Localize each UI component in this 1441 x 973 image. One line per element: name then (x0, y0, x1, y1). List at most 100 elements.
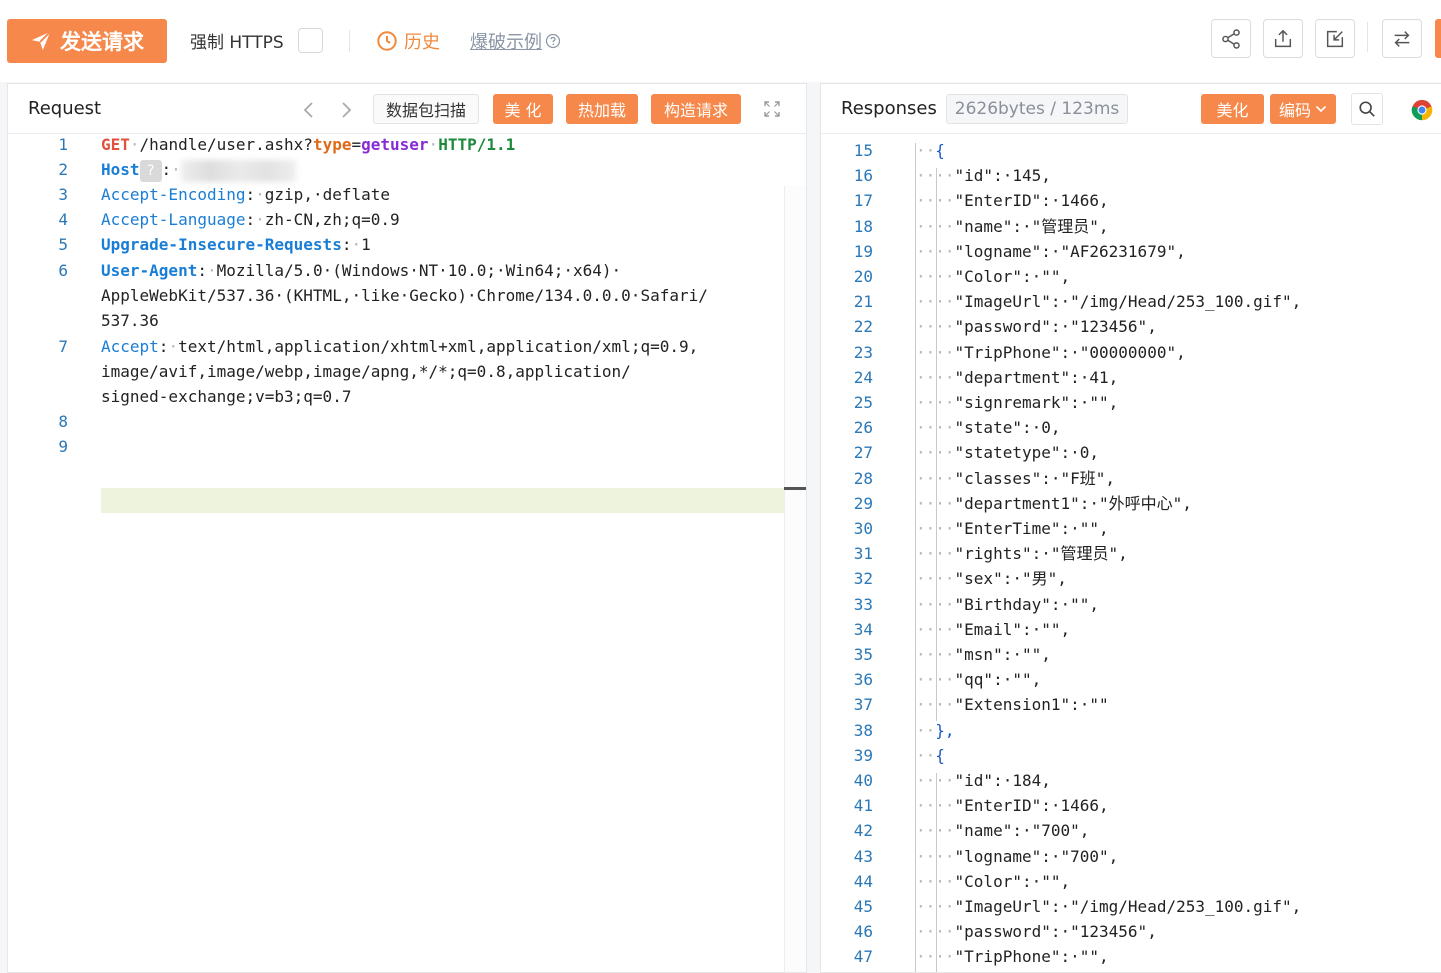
json-text: "classes":·"F班", (954, 468, 1116, 488)
json-line: ··{ (916, 138, 945, 163)
chevron-down-icon (1315, 105, 1327, 113)
line-number: 5 (58, 235, 68, 254)
beautify-response-button[interactable]: 美化 (1201, 94, 1264, 124)
json-line: ····"TripPhone":·"00000000", (916, 340, 1186, 365)
request-editor[interactable]: 1 2 3 4 5 6 7 8 9 GET·/handle/user.ashx?… (8, 135, 806, 972)
json-line: ····"logname":·"700", (916, 844, 1118, 869)
line-number: 34 (853, 619, 873, 639)
chevron-left-icon[interactable] (301, 100, 317, 120)
json-text: "id":·184, (954, 771, 1051, 790)
json-text: "statetype":·0, (954, 443, 1100, 463)
indent-dots: ···· (916, 493, 955, 513)
share-button[interactable] (1211, 19, 1251, 58)
header-value: zh-CN,zh;q=0.9 (264, 210, 400, 229)
indent-dots: ···· (916, 821, 955, 841)
encode-dropdown[interactable]: 编码 (1270, 94, 1336, 124)
json-text: "department":·41, (954, 367, 1119, 387)
search-button[interactable] (1351, 93, 1383, 125)
request-line: GET·/handle/user.ashx?type=getuser·HTTP/… (101, 135, 516, 154)
header-key: Accept (101, 337, 159, 356)
json-text: }, (935, 720, 955, 740)
line-number: 37 (853, 695, 873, 715)
indent-dots: ·· (916, 720, 936, 740)
line-number: 43 (853, 846, 873, 866)
import-button[interactable] (1315, 19, 1355, 58)
json-line: ····"sex":·"男", (916, 566, 1067, 591)
response-editor[interactable]: 15 ··{16 ····"id":·145, 17 ····"EnterID":·14… (821, 138, 1441, 972)
help-badge-icon[interactable]: ? (139, 159, 162, 182)
query-key: type (312, 135, 352, 154)
json-text: "signremark":·"", (954, 393, 1119, 412)
json-text: "ImageUrl":·"/img/Head/253_100.gif", (954, 897, 1302, 916)
header-key: Host (101, 160, 140, 179)
json-text: "logname":·"700", (954, 846, 1119, 866)
swap-button[interactable] (1382, 19, 1422, 58)
beautify-request-button[interactable]: 美 化 (493, 94, 553, 124)
line-number: 15 (853, 141, 873, 160)
json-text: "EnterTime":·"", (954, 519, 1109, 538)
chrome-icon[interactable] (1411, 99, 1433, 121)
expand-icon[interactable] (763, 100, 781, 118)
indent-dots: ···· (916, 695, 955, 715)
json-text: "qq":·"", (954, 670, 1042, 690)
header-key: User-Agent (101, 261, 198, 280)
indent-dots: ···· (916, 191, 955, 211)
indent-dots: ···· (916, 468, 955, 488)
history-button[interactable]: 历史 (376, 28, 440, 54)
search-icon (1359, 101, 1375, 117)
indent-dots: ···· (916, 670, 955, 690)
packet-scan-button[interactable]: 数据包扫描 (373, 94, 479, 124)
header-value-continuation: signed-exchange;v=b3;q=0.7 (101, 387, 352, 406)
line-number: 42 (853, 821, 873, 841)
construct-request-button[interactable]: 构造请求 (651, 94, 741, 124)
request-path: /handle/user.ashx? (139, 135, 313, 154)
indent-dots: ···· (916, 443, 955, 463)
response-panel: Responses 2626bytes / 123ms 美化 编码 15 ··{1… (820, 83, 1441, 973)
send-request-button[interactable]: 发送请求 (7, 19, 167, 63)
indent-dots: ···· (916, 342, 955, 362)
json-line: ····"EnterTime":·"", (916, 516, 1109, 541)
line-number: 2 (58, 160, 68, 179)
line-number: 39 (853, 745, 873, 765)
request-panel: Request 数据包扫描 美 化 热加载 构造请求 1 2 3 4 5 6 7… (7, 83, 807, 973)
query-value: getuser (361, 135, 429, 154)
collapsed-action-button[interactable] (1435, 19, 1441, 58)
json-text: "Extension1":·"" (954, 695, 1109, 715)
line-number: 19 (853, 241, 873, 261)
header-value: 1 (361, 235, 371, 254)
indent-dots: ···· (916, 367, 955, 387)
json-text: "password":·"123456", (954, 922, 1157, 942)
json-line: ····"name":·"管理员", (916, 214, 1109, 239)
line-number: 20 (853, 267, 873, 286)
force-https-checkbox[interactable] (298, 28, 323, 53)
upload-icon (1274, 29, 1292, 47)
header-value-continuation: AppleWebKit/537.36·(KHTML,·like·Gecko)·C… (101, 286, 708, 305)
indent-dots: ···· (916, 166, 955, 186)
line-number: 24 (853, 367, 873, 387)
header-value: text/html,application/xhtml+xml,applicat… (178, 337, 699, 356)
indent-dots: ···· (916, 645, 955, 664)
help-circle-icon (545, 33, 561, 49)
chevron-right-icon[interactable] (338, 100, 354, 120)
line-number: 18 (853, 216, 873, 236)
header-accept: Accept:·text/html,application/xhtml+xml,… (101, 337, 699, 356)
top-toolbar: 发送请求 强制 HTTPS 历史 爆破示例 (0, 0, 1441, 82)
blast-example-link[interactable]: 爆破示例 (470, 28, 561, 54)
json-text: "Email":·"", (954, 619, 1071, 639)
indent-dots: ···· (916, 871, 955, 891)
json-line: ····"signremark":·"", (916, 390, 1118, 415)
divider (1367, 22, 1368, 52)
json-line: ····"department":·41, (916, 365, 1118, 390)
indent-dots: ···· (916, 216, 955, 236)
header-value: gzip,·deflate (264, 185, 391, 204)
hot-reload-button[interactable]: 热加载 (566, 94, 638, 124)
json-line: ····"Email":·"", (916, 617, 1070, 642)
response-title: Responses (841, 98, 937, 119)
indent-dots: ···· (916, 594, 955, 614)
json-text: "msn":·"", (954, 645, 1051, 664)
redacted-host (180, 159, 296, 182)
export-button[interactable] (1263, 19, 1303, 58)
json-text: "name":·"700", (954, 821, 1090, 841)
editor-scrollbar[interactable] (784, 186, 806, 972)
indent-dots: ·· (916, 745, 936, 765)
